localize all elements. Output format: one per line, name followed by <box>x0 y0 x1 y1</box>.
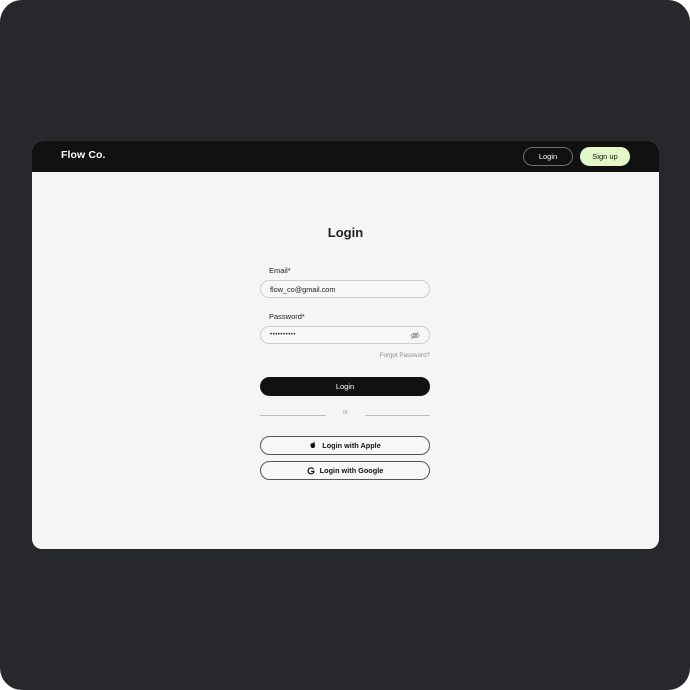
browser-window: Flow Co. Login Sign up Login Email* flow… <box>32 141 659 549</box>
password-value: •••••••••• <box>270 332 297 338</box>
divider-right <box>365 415 430 416</box>
divider-or-text: or <box>342 410 349 416</box>
google-icon <box>307 466 315 475</box>
app-background: Flow Co. Login Sign up Login Email* flow… <box>0 0 690 690</box>
forgot-password-link[interactable]: Forgot Password? <box>370 352 430 359</box>
divider-left <box>260 415 326 416</box>
eye-off-icon[interactable] <box>410 331 420 340</box>
google-button-label: Login with Google <box>319 466 384 475</box>
email-field[interactable]: flow_co@gmail.com <box>260 280 430 298</box>
top-navbar: Flow Co. Login Sign up <box>32 141 659 172</box>
brand-logo[interactable]: Flow Co. <box>61 149 106 161</box>
password-field[interactable]: •••••••••• <box>260 326 430 344</box>
password-label: Password* <box>269 312 305 321</box>
nav-signup-button[interactable]: Sign up <box>580 147 630 166</box>
email-value: flow_co@gmail.com <box>270 284 336 294</box>
page-title: Login <box>327 225 364 240</box>
apple-icon <box>309 441 317 450</box>
login-with-google-button[interactable]: Login with Google <box>260 461 430 480</box>
apple-button-label: Login with Apple <box>322 441 381 450</box>
nav-login-button[interactable]: Login <box>523 147 573 166</box>
login-with-apple-button[interactable]: Login with Apple <box>260 436 430 455</box>
login-submit-button[interactable]: Login <box>260 377 430 396</box>
email-label: Email* <box>269 266 291 275</box>
